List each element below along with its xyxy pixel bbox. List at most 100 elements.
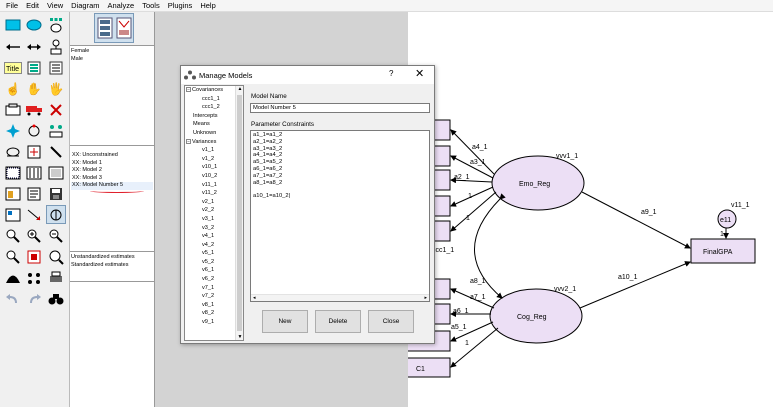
- constraints-horizontal-scrollbar[interactable]: ◂ ▸: [251, 294, 429, 301]
- rotate-indicators-icon[interactable]: [24, 121, 44, 140]
- tree-leaf[interactable]: v7_1: [185, 284, 236, 293]
- drag-properties-icon[interactable]: [24, 205, 44, 224]
- zoom-out-icon[interactable]: [46, 226, 66, 245]
- parameter-tree[interactable]: − Covariances ccc1_1 ccc1_2 Intercepts Means U…: [184, 85, 244, 341]
- estimates-item[interactable]: Unstandardized estimates: [71, 254, 153, 262]
- zoom-area-icon[interactable]: [3, 226, 23, 245]
- calculate-estimates-icon[interactable]: [46, 163, 66, 182]
- observed-box-c1[interactable]: [408, 357, 451, 378]
- menu-file[interactable]: File: [2, 0, 22, 12]
- group-item[interactable]: Female: [71, 48, 153, 56]
- move-parameter-icon[interactable]: [3, 142, 23, 161]
- undo-icon[interactable]: [3, 289, 23, 308]
- model-name-field[interactable]: [250, 103, 430, 113]
- fit-to-page-icon[interactable]: [24, 247, 44, 266]
- path-arrow-icon[interactable]: [3, 37, 23, 56]
- tree-leaf[interactable]: v7_2: [185, 292, 236, 301]
- close-icon[interactable]: ✕: [415, 67, 424, 81]
- scroll-icon[interactable]: [24, 142, 44, 161]
- copy-clipboard-icon[interactable]: [3, 184, 23, 203]
- tree-leaf[interactable]: v3_1: [185, 215, 236, 224]
- tree-leaf[interactable]: v6_1: [185, 266, 236, 275]
- select-one-hand-icon[interactable]: ☝: [3, 79, 23, 98]
- tree-category[interactable]: Means: [185, 120, 236, 129]
- draw-observed-icon[interactable]: [3, 15, 23, 34]
- tree-leaf[interactable]: v6_2: [185, 275, 236, 284]
- tree-leaf[interactable]: v4_1: [185, 232, 236, 241]
- zoom-in-icon[interactable]: [24, 226, 44, 245]
- tree-leaf[interactable]: v5_2: [185, 258, 236, 267]
- title-tool-icon[interactable]: Title: [3, 58, 23, 77]
- tree-leaf[interactable]: v8_1: [185, 301, 236, 310]
- tree-leaf[interactable]: ccc1_1: [185, 95, 236, 104]
- menu-edit[interactable]: Edit: [22, 0, 43, 12]
- tree-leaf[interactable]: v1_1: [185, 146, 236, 155]
- tree-leaf[interactable]: v2_1: [185, 198, 236, 207]
- change-shape-icon[interactable]: [3, 121, 23, 140]
- deselect-hand-icon[interactable]: 🖐: [46, 79, 66, 98]
- magnifier-icon[interactable]: [46, 247, 66, 266]
- path-diagram-thumbnail[interactable]: [94, 13, 134, 43]
- tree-leaf[interactable]: v4_2: [185, 241, 236, 250]
- model-item[interactable]: XX: Model 3: [71, 175, 153, 183]
- binoculars-icon[interactable]: [46, 289, 66, 308]
- tree-category[interactable]: Intercepts: [185, 112, 236, 121]
- tree-category[interactable]: − Variances: [185, 138, 236, 147]
- group-item[interactable]: Male: [71, 56, 153, 64]
- covariance-arrow-icon[interactable]: [24, 37, 44, 56]
- tree-leaf[interactable]: v3_2: [185, 224, 236, 233]
- tree-leaf[interactable]: v10_2: [185, 172, 236, 181]
- move-truck-icon[interactable]: [24, 100, 44, 119]
- tree-leaf[interactable]: v10_1: [185, 163, 236, 172]
- menu-diagram[interactable]: Diagram: [67, 0, 103, 12]
- copy-object-icon[interactable]: [3, 100, 23, 119]
- tree-leaf[interactable]: v8_2: [185, 309, 236, 318]
- object-properties-icon[interactable]: [3, 205, 23, 224]
- reflect-indicators-icon[interactable]: [46, 121, 66, 140]
- collapse-icon[interactable]: −: [186, 87, 191, 93]
- scroll-down-icon[interactable]: ▼: [236, 334, 243, 340]
- unique-variable-icon[interactable]: [46, 37, 66, 56]
- help-button[interactable]: ?: [389, 69, 393, 78]
- model-item[interactable]: XX: Model 2: [71, 167, 153, 175]
- select-all-hand-icon[interactable]: ✋: [24, 79, 44, 98]
- list-data-icon[interactable]: [46, 58, 66, 77]
- multiple-group-icon[interactable]: [24, 268, 44, 287]
- tree-leaf[interactable]: v11_1: [185, 181, 236, 190]
- delete-button[interactable]: Delete: [315, 310, 361, 333]
- tree-leaf[interactable]: v5_1: [185, 249, 236, 258]
- close-button[interactable]: Close: [368, 310, 414, 333]
- scroll-left-icon[interactable]: ◂: [253, 295, 256, 301]
- touch-up-icon[interactable]: [46, 142, 66, 161]
- draw-indicator-icon[interactable]: [46, 15, 66, 34]
- view-text-icon[interactable]: [24, 184, 44, 203]
- tree-leaf[interactable]: ccc1_2: [185, 103, 236, 112]
- menu-help[interactable]: Help: [196, 0, 219, 12]
- save-diagram-icon[interactable]: [46, 184, 66, 203]
- redo-icon[interactable]: [24, 289, 44, 308]
- menu-tools[interactable]: Tools: [138, 0, 164, 12]
- new-button[interactable]: New: [262, 310, 308, 333]
- model-item[interactable]: XX: Model 1: [71, 160, 153, 168]
- tree-category[interactable]: − Covariances: [185, 86, 236, 95]
- dialog-title-bar[interactable]: Manage Models ? ✕: [181, 66, 434, 84]
- scroll-right-icon[interactable]: ▸: [424, 295, 427, 301]
- tree-leaf[interactable]: v1_2: [185, 155, 236, 164]
- tree-leaf[interactable]: v9_1: [185, 318, 236, 327]
- bayesian-icon[interactable]: [3, 268, 23, 287]
- analysis-properties-icon[interactable]: [24, 163, 44, 182]
- preserve-symmetries-icon[interactable]: [46, 205, 66, 224]
- print-icon[interactable]: [46, 268, 66, 287]
- collapse-icon[interactable]: −: [186, 138, 191, 144]
- menu-plugins[interactable]: Plugins: [164, 0, 197, 12]
- tree-scrollbar[interactable]: ▲ ▼: [235, 86, 243, 340]
- erase-icon[interactable]: [46, 100, 66, 119]
- tree-leaf[interactable]: v11_2: [185, 189, 236, 198]
- menu-analyze[interactable]: Analyze: [104, 0, 139, 12]
- draw-latent-icon[interactable]: [24, 15, 44, 34]
- menu-view[interactable]: View: [43, 0, 67, 12]
- scroll-thumb[interactable]: [237, 95, 242, 331]
- estimates-item[interactable]: Standardized estimates: [71, 262, 153, 270]
- select-data-file-icon[interactable]: [3, 163, 23, 182]
- scroll-up-icon[interactable]: ▲: [236, 86, 243, 92]
